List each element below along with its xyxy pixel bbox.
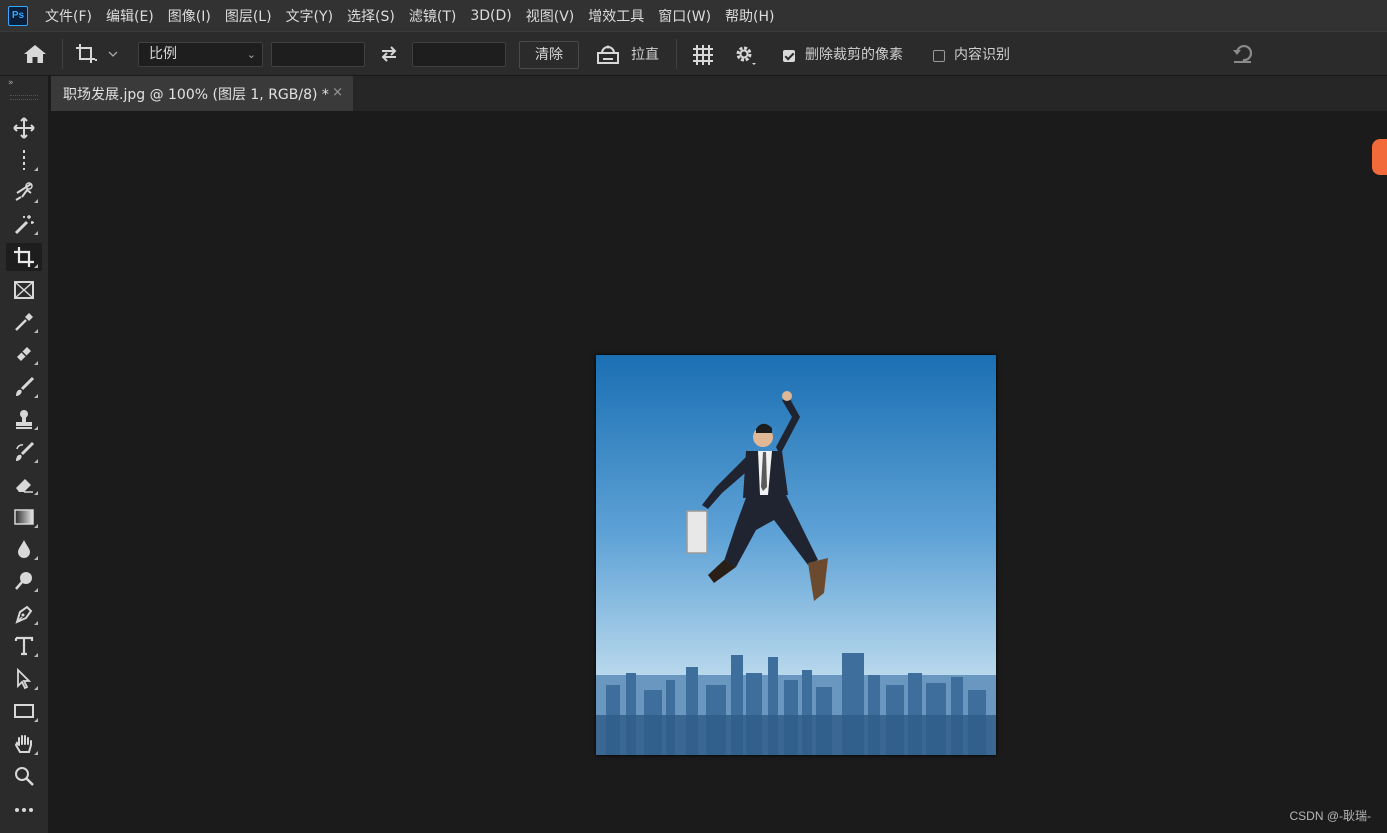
straighten-label[interactable]: 拉直: [631, 44, 659, 64]
swap-dimensions-icon[interactable]: [379, 45, 399, 63]
delete-cropped-label[interactable]: 删除裁剪的像素: [805, 44, 903, 64]
separator: [676, 39, 677, 69]
menu-file[interactable]: 文件(F): [38, 6, 99, 26]
crop-height-input[interactable]: [412, 42, 506, 67]
document-tab-title: 职场发展.jpg @ 100% (图层 1, RGB/8) *: [63, 86, 329, 103]
frame-tool-icon[interactable]: [6, 276, 42, 304]
eraser-tool-icon[interactable]: [6, 470, 42, 498]
ratio-select-value: 比例: [149, 46, 177, 62]
menu-3d[interactable]: 3D(D): [463, 8, 518, 24]
menu-help[interactable]: 帮助(H): [718, 6, 781, 26]
hand-tool-icon[interactable]: [6, 730, 42, 758]
crop-preset-icon[interactable]: [74, 42, 120, 66]
content-aware-label[interactable]: 内容识别: [954, 44, 1010, 64]
move-tool-icon[interactable]: [6, 114, 42, 142]
history-brush-tool-icon[interactable]: [6, 438, 42, 466]
crop-tool-icon[interactable]: [6, 243, 42, 271]
menu-bar: Ps 文件(F) 编辑(E) 图像(I) 图层(L) 文字(Y) 选择(S) 滤…: [0, 0, 1387, 31]
menu-image[interactable]: 图像(I): [161, 6, 218, 26]
more-tools-icon[interactable]: [6, 796, 42, 824]
document-photo: [596, 355, 996, 755]
menu-filter[interactable]: 滤镜(T): [402, 6, 463, 26]
gradient-tool-icon[interactable]: [6, 503, 42, 531]
healing-brush-tool-icon[interactable]: [6, 340, 42, 368]
close-icon[interactable]: ×: [332, 85, 343, 100]
reset-icon[interactable]: [1231, 43, 1255, 65]
pen-tool-icon[interactable]: [6, 600, 42, 628]
watermark: CSDN @-耿瑞-: [1289, 809, 1371, 823]
separator: [62, 39, 63, 69]
menu-select[interactable]: 选择(S): [340, 6, 402, 26]
clear-button[interactable]: 清除: [519, 41, 579, 69]
expand-panel-icon[interactable]: »: [8, 78, 14, 88]
zoom-tool-icon[interactable]: [6, 762, 42, 790]
document-tab[interactable]: 职场发展.jpg @ 100% (图层 1, RGB/8) * ×: [51, 76, 353, 111]
menu-layer[interactable]: 图层(L): [218, 6, 279, 26]
type-tool-icon[interactable]: [6, 632, 42, 660]
tools-panel: »: [0, 76, 48, 833]
lasso-tool-icon[interactable]: [6, 178, 42, 206]
straighten-icon[interactable]: [595, 43, 621, 65]
crop-width-input[interactable]: [271, 42, 365, 67]
panel-grip[interactable]: [10, 95, 38, 100]
path-selection-tool-icon[interactable]: [6, 665, 42, 693]
document-tab-bar: 职场发展.jpg @ 100% (图层 1, RGB/8) * ×: [51, 76, 1387, 111]
menu-view[interactable]: 视图(V): [519, 6, 582, 26]
gear-icon[interactable]: [734, 44, 758, 68]
blur-tool-icon[interactable]: [6, 535, 42, 563]
photoshop-logo-icon: Ps: [8, 5, 28, 26]
rectangle-tool-icon[interactable]: [6, 697, 42, 725]
options-bar: 比例 ⌄ 清除 拉直 删除裁剪的像素 内容识别: [0, 31, 1387, 76]
document-image[interactable]: [596, 355, 996, 755]
dodge-tool-icon[interactable]: [6, 567, 42, 595]
menu-window[interactable]: 窗口(W): [651, 6, 718, 26]
menu-plugins[interactable]: 增效工具: [581, 6, 651, 26]
side-badge-icon[interactable]: [1372, 139, 1387, 175]
clone-stamp-tool-icon[interactable]: [6, 405, 42, 433]
ratio-select[interactable]: 比例 ⌄: [138, 42, 263, 67]
menu-edit[interactable]: 编辑(E): [99, 6, 161, 26]
grid-overlay-icon[interactable]: [691, 43, 715, 67]
menu-type[interactable]: 文字(Y): [279, 6, 340, 26]
delete-cropped-checkbox[interactable]: [783, 50, 795, 62]
home-icon[interactable]: [22, 43, 48, 65]
magic-wand-tool-icon[interactable]: [6, 210, 42, 238]
marquee-tool-icon[interactable]: [6, 146, 42, 174]
eyedropper-tool-icon[interactable]: [6, 308, 42, 336]
chevron-down-icon: ⌄: [246, 48, 256, 61]
brush-tool-icon[interactable]: [6, 373, 42, 401]
content-aware-checkbox[interactable]: [933, 50, 945, 62]
